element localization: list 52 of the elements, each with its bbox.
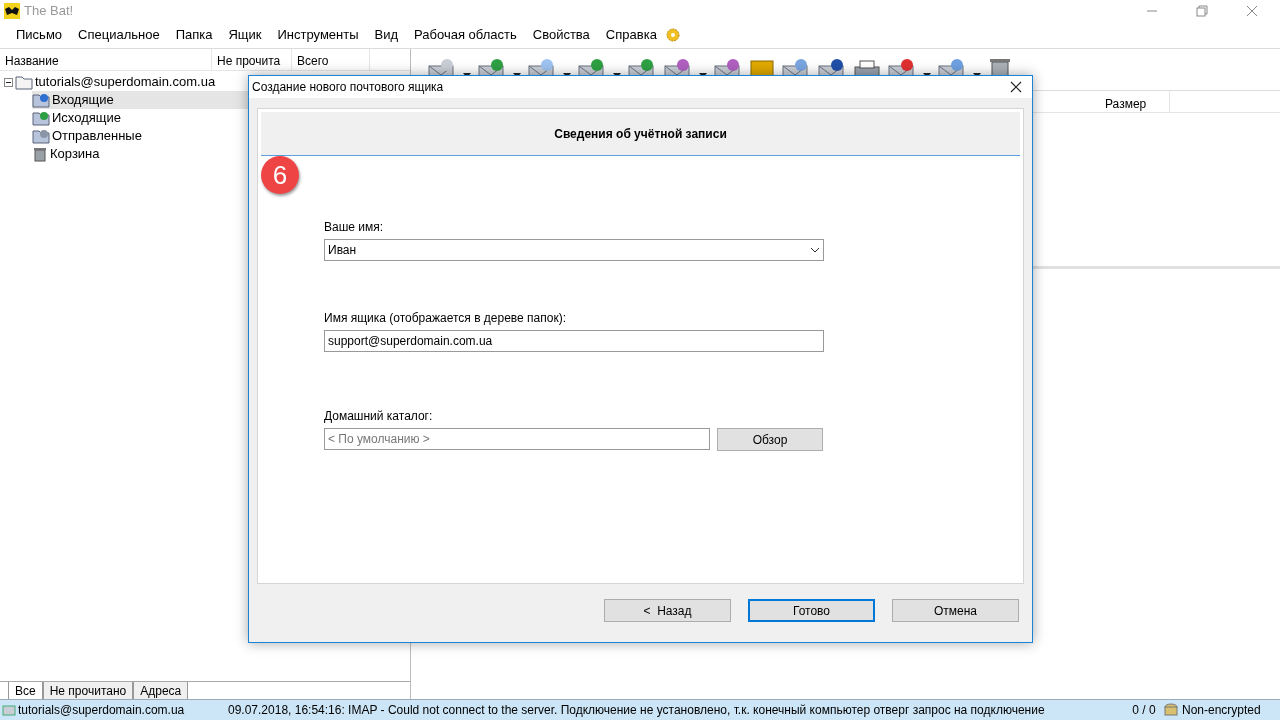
chevron-icon [810, 247, 820, 253]
input-field[interactable]: < По умолчанию > [324, 428, 710, 450]
name-dropdown[interactable]: Иван [324, 239, 824, 261]
folder-icon [32, 92, 50, 108]
tree-item[interactable]: Исходящие [52, 108, 121, 128]
gear-icon[interactable] [664, 27, 681, 43]
folder-icon [32, 110, 50, 126]
tree-item[interactable]: Отправленные [52, 126, 142, 146]
status-security: Non-encrypted [1182, 702, 1261, 719]
dialog-header: Сведения об учётной записи [554, 125, 727, 143]
dialog-button[interactable]: < Назад [604, 599, 731, 622]
menu-item[interactable]: Письмо [8, 25, 71, 45]
restore-icon[interactable] [1196, 5, 1208, 17]
tab[interactable]: Адреса [133, 682, 189, 699]
field-label: Имя ящика (отображается в дереве папок): [324, 310, 568, 327]
menu-item[interactable]: Ящик [220, 25, 270, 45]
tree-item[interactable]: tutorials@superdomain.com.ua [35, 72, 216, 92]
dialog-title: Создание нового почтового ящика [252, 79, 444, 96]
status-account: tutorials@superdomain.com.ua [18, 702, 185, 719]
menu-item[interactable]: Инструменты [269, 25, 367, 45]
browse-button[interactable]: Обзор [717, 428, 823, 451]
menu-item[interactable]: Справка [597, 25, 665, 45]
tree-item[interactable]: Входящие [52, 90, 114, 110]
bat-logo-icon [4, 3, 20, 19]
folder-icon [15, 74, 33, 90]
field-label: Ваше имя: [324, 219, 385, 236]
close-icon[interactable] [1010, 81, 1022, 93]
collapse-icon[interactable] [4, 77, 13, 87]
step-badge: 6 [261, 156, 299, 194]
account-icon [2, 703, 16, 717]
dialog-button[interactable]: Готово [748, 599, 875, 622]
column-header[interactable]: Всего [292, 49, 370, 70]
status-message: 09.07.2018, 16:54:16: IMAP - Could not connect to the server. Подключение не установлено, т.к. конечный компьютер отверг запрос на подключение [227, 702, 1046, 719]
status-count: 0 / 0 [1131, 702, 1157, 719]
window-title: The Bat! [24, 2, 74, 21]
tab[interactable]: Не прочитано [42, 682, 134, 699]
menu-item[interactable]: Специальное [70, 25, 168, 45]
tab[interactable]: Все [8, 682, 43, 699]
input-field[interactable]: support@superdomain.com.ua [324, 330, 824, 352]
column-header[interactable]: Не прочита [212, 49, 292, 70]
column-header[interactable]: Название [0, 49, 212, 70]
menu-item[interactable]: Вид [366, 25, 407, 45]
dialog-button[interactable]: Отмена [892, 599, 1019, 622]
tree-item[interactable]: Корзина [50, 144, 100, 164]
folder-icon [32, 128, 50, 144]
menu-item[interactable]: Папка [167, 25, 221, 45]
trash-icon [32, 146, 48, 162]
column-header[interactable]: Размер [1100, 91, 1170, 112]
database-icon [1164, 703, 1180, 717]
field-label: Домашний каталог: [324, 408, 434, 425]
menu-item[interactable]: Рабочая область [406, 25, 525, 45]
menu-item[interactable]: Свойства [524, 25, 598, 45]
